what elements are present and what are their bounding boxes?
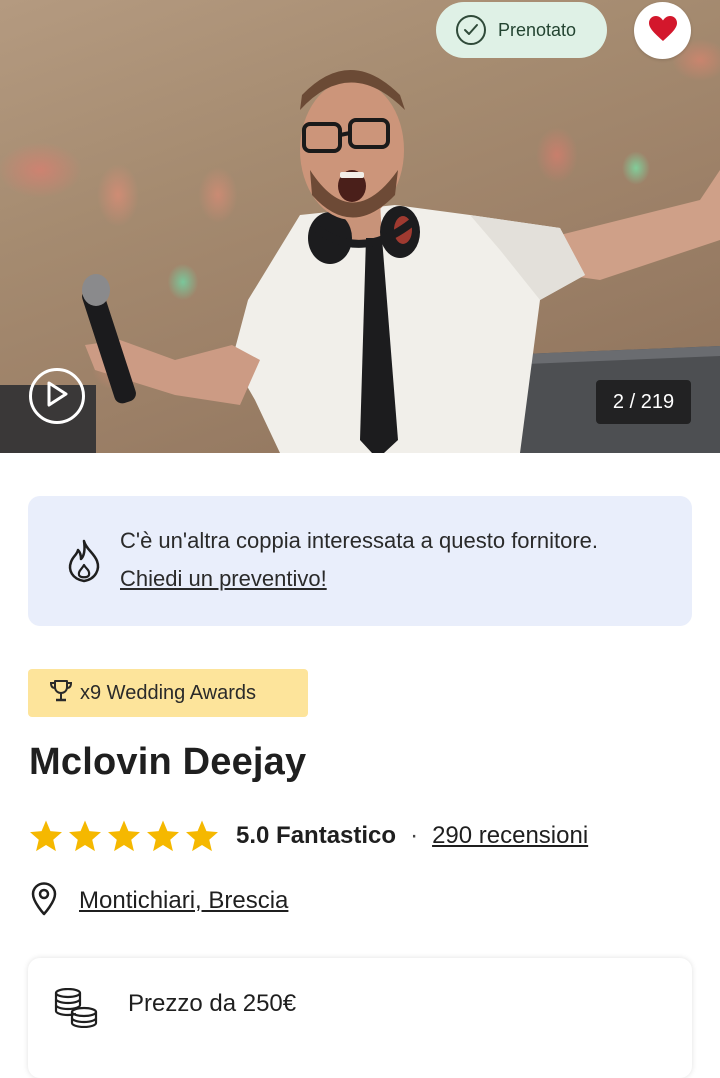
rating-row: 5.0 Fantastico · 290 recensioni	[28, 814, 588, 858]
awards-badge: x9 Wedding Awards	[28, 669, 308, 717]
coins-icon	[54, 987, 100, 1033]
play-video-button[interactable]	[29, 368, 85, 424]
vendor-name: Mclovin Deejay	[29, 741, 307, 783]
photo-counter: 2 / 219	[596, 380, 691, 424]
play-icon	[46, 381, 68, 412]
price-label: Prezzo da 250€	[128, 990, 297, 1017]
awards-label: x9 Wedding Awards	[80, 681, 257, 704]
star-icon	[186, 820, 218, 852]
location-link[interactable]: Montichiari, Brescia	[79, 887, 288, 915]
interest-alert: C'è un'altra coppia interessata a questo…	[28, 496, 692, 626]
heart-icon	[648, 15, 678, 47]
star-icon	[69, 820, 101, 852]
request-quote-link[interactable]: Chiedi un preventivo!	[120, 566, 327, 592]
star-icon	[30, 820, 62, 852]
price-card[interactable]: Prezzo da 250€	[28, 958, 692, 1078]
reviews-link[interactable]: 290 recensioni	[432, 822, 588, 850]
booked-badge[interactable]: Prenotato	[436, 2, 607, 58]
favorite-button[interactable]	[634, 2, 691, 59]
rating-score: 5.0 Fantastico	[236, 822, 397, 849]
star-rating	[28, 819, 220, 853]
location-pin-icon	[31, 881, 57, 921]
fire-icon	[64, 539, 104, 583]
booked-label: Prenotato	[498, 19, 577, 40]
separator-dot: ·	[410, 822, 419, 849]
trophy-icon	[49, 679, 73, 708]
alert-message: C'è un'altra coppia interessata a questo…	[120, 528, 599, 553]
location-row: Montichiari, Brescia	[31, 880, 288, 922]
star-icon	[108, 820, 140, 852]
star-icon	[147, 820, 179, 852]
check-circle-icon	[456, 15, 486, 45]
hero-photo[interactable]: Prenotato 2 / 219	[0, 0, 720, 453]
